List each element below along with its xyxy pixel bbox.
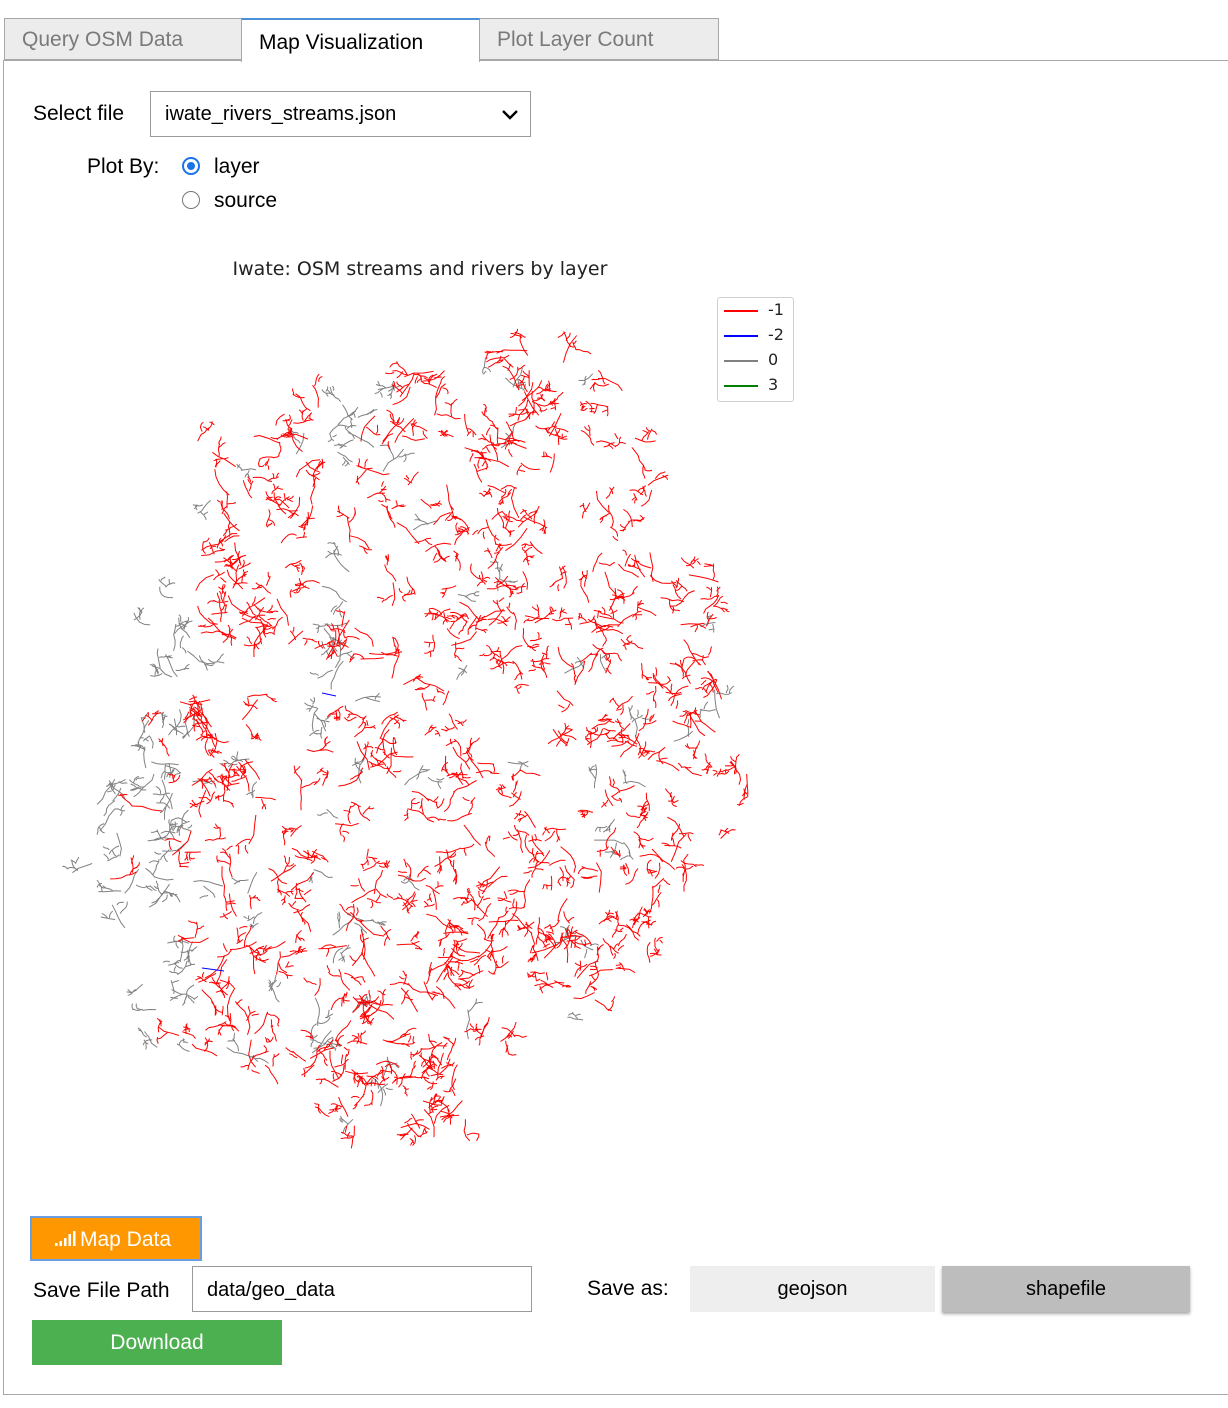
legend-entry-3: 3	[724, 374, 792, 399]
river-lines-layer-neg1	[110, 328, 749, 1149]
format-shapefile-button[interactable]: shapefile	[942, 1266, 1190, 1312]
save-path-input[interactable]: data/geo_data	[192, 1266, 532, 1312]
river-lines-layer-neg2	[201, 692, 337, 972]
format-geojson-button[interactable]: geojson	[690, 1266, 935, 1312]
legend-label-neg1: -1	[768, 300, 784, 319]
bar-chart-icon	[55, 1231, 76, 1246]
legend-line-neg1	[724, 310, 758, 312]
legend-line-3	[724, 385, 758, 387]
save-as-label: Save as:	[587, 1277, 669, 1300]
legend-label-neg2: -2	[768, 325, 784, 344]
save-path-label: Save File Path	[33, 1279, 170, 1302]
legend-line-neg2	[724, 335, 758, 337]
map-legend: -1 -2 0 3	[717, 297, 794, 402]
legend-entry-neg2: -2	[724, 324, 792, 349]
map-data-button[interactable]: Map Data	[30, 1216, 202, 1261]
tab-map-visualization[interactable]: Map Visualization	[241, 18, 480, 62]
map-data-label: Map Data	[80, 1228, 172, 1251]
river-map	[62, 328, 749, 1149]
legend-line-0	[724, 360, 758, 362]
legend-entry-0: 0	[724, 349, 792, 374]
download-button[interactable]: Download	[32, 1320, 282, 1365]
legend-label-0: 0	[768, 350, 779, 369]
legend-entry-neg1: -1	[724, 299, 792, 324]
legend-label-3: 3	[768, 375, 779, 394]
